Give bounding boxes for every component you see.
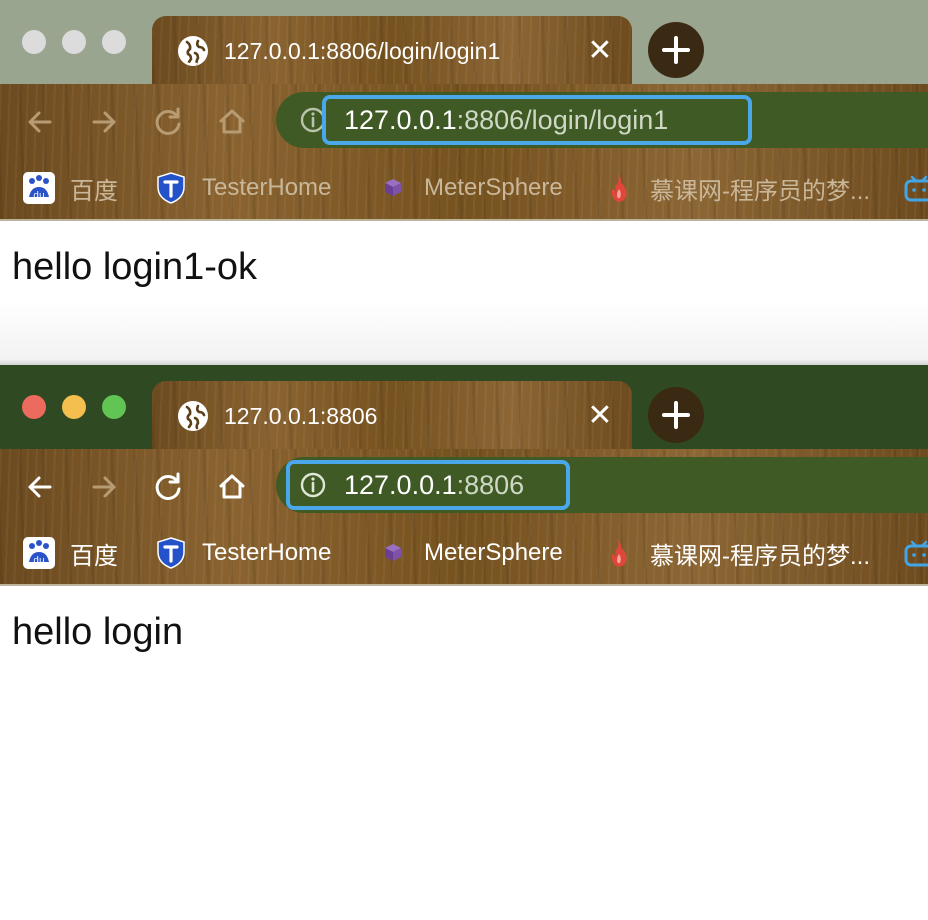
bookmark-label: MeterSphere [424,539,563,566]
home-button[interactable] [212,467,252,507]
toolbar: 127.0.0.1:8806/login/login1 du 百度 Tester… [0,84,928,220]
svg-text:du: du [33,556,44,566]
reload-button[interactable] [148,467,188,507]
toolbar: 127.0.0.1:8806 du 百度 TesterHome MeterSph… [0,449,928,585]
plus-icon [662,36,690,64]
bookmark-bilibili[interactable] [902,533,928,573]
bookmark-label: 慕课网-程序员的梦... [650,177,870,205]
url-host: 127.0.0.1 [344,105,457,135]
bookmark-baidu[interactable]: du 百度 [22,168,118,208]
back-arrow-icon [28,111,52,133]
bilibili-tv-icon [902,171,928,205]
browser-window-1: 127.0.0.1:8806/login/login1 ✕ 127.0.0.1:… [0,0,928,365]
new-tab-button[interactable] [648,22,704,78]
metersphere-cube-icon [376,171,410,205]
page-body-text: hello login [12,611,184,653]
globe-icon [178,401,208,431]
tab-close-icon[interactable]: ✕ [584,400,616,432]
home-button[interactable] [212,102,252,142]
url-path: :8806 [456,470,525,500]
home-icon [219,109,245,134]
new-tab-button[interactable] [648,387,704,443]
testerhome-shield-icon [154,171,188,205]
bookmark-imooc[interactable]: 慕课网-程序员的梦... [602,533,870,573]
bookmark-label: 百度 [70,542,118,570]
reload-icon [155,107,181,135]
bookmark-bilibili[interactable] [902,168,928,208]
svg-text:du: du [33,191,44,201]
browser-window-2: 127.0.0.1:8806 ✕ 127.0.0.1:8806 du 百度 Te… [0,365,928,920]
bookmarks-bar: du 百度 TesterHome MeterSphere 慕课网-程序员的梦..… [0,158,928,218]
bookmark-label: MeterSphere [424,174,563,201]
browser-tab[interactable]: 127.0.0.1:8806/login/login1 ✕ [152,16,632,86]
address-bar[interactable]: 127.0.0.1:8806/login/login1 [276,92,928,148]
baidu-icon: du [22,536,56,570]
close-window-button[interactable] [22,30,46,54]
bookmark-metersphere[interactable]: MeterSphere [376,168,563,208]
page-body-text: hello login1-ok [12,246,258,288]
page-content: hello login [0,586,928,920]
url-text[interactable]: 127.0.0.1:8806/login/login1 [344,105,668,135]
close-window-button[interactable] [22,395,46,419]
bookmark-baidu[interactable]: du 百度 [22,533,118,573]
testerhome-shield-icon [154,536,188,570]
baidu-icon: du [22,171,56,205]
bookmark-label: TesterHome [202,174,332,201]
bookmarks-bar: du 百度 TesterHome MeterSphere 慕课网-程序员的梦..… [0,523,928,583]
title-bar: 127.0.0.1:8806 ✕ [0,365,928,451]
back-arrow-icon [28,476,52,498]
plus-icon [662,401,690,429]
bookmark-label: TesterHome [202,539,332,566]
bookmark-testerhome[interactable]: TesterHome [154,168,331,208]
imooc-flame-icon [602,171,636,205]
maximize-window-button[interactable] [102,395,126,419]
forward-arrow-icon [92,476,116,498]
tab-close-icon[interactable]: ✕ [584,35,616,67]
url-host: 127.0.0.1 [344,470,457,500]
url-path: :8806/login/login1 [456,105,669,135]
maximize-window-button[interactable] [102,30,126,54]
bookmark-testerhome[interactable]: TesterHome [154,533,331,573]
forward-button[interactable] [84,102,124,142]
tab-title: 127.0.0.1:8806 [224,403,378,429]
globe-icon [178,36,208,66]
page-content: hello login1-ok [0,221,928,365]
bookmark-label: 百度 [70,177,118,205]
title-bar: 127.0.0.1:8806/login/login1 ✕ [0,0,928,86]
reload-button[interactable] [148,102,188,142]
back-button[interactable] [20,102,60,142]
browser-tab[interactable]: 127.0.0.1:8806 ✕ [152,381,632,451]
imooc-flame-icon [602,536,636,570]
url-text[interactable]: 127.0.0.1:8806 [344,470,524,500]
bookmark-imooc[interactable]: 慕课网-程序员的梦... [602,168,870,208]
address-bar[interactable]: 127.0.0.1:8806 [276,457,928,513]
minimize-window-button[interactable] [62,30,86,54]
home-icon [219,474,245,499]
reload-icon [155,472,181,500]
forward-button[interactable] [84,467,124,507]
tab-title: 127.0.0.1:8806/login/login1 [224,38,501,64]
bookmark-label: 慕课网-程序员的梦... [650,542,870,570]
bookmark-metersphere[interactable]: MeterSphere [376,533,563,573]
back-button[interactable] [20,467,60,507]
minimize-window-button[interactable] [62,395,86,419]
metersphere-cube-icon [376,536,410,570]
bilibili-tv-icon [902,536,928,570]
forward-arrow-icon [92,111,116,133]
